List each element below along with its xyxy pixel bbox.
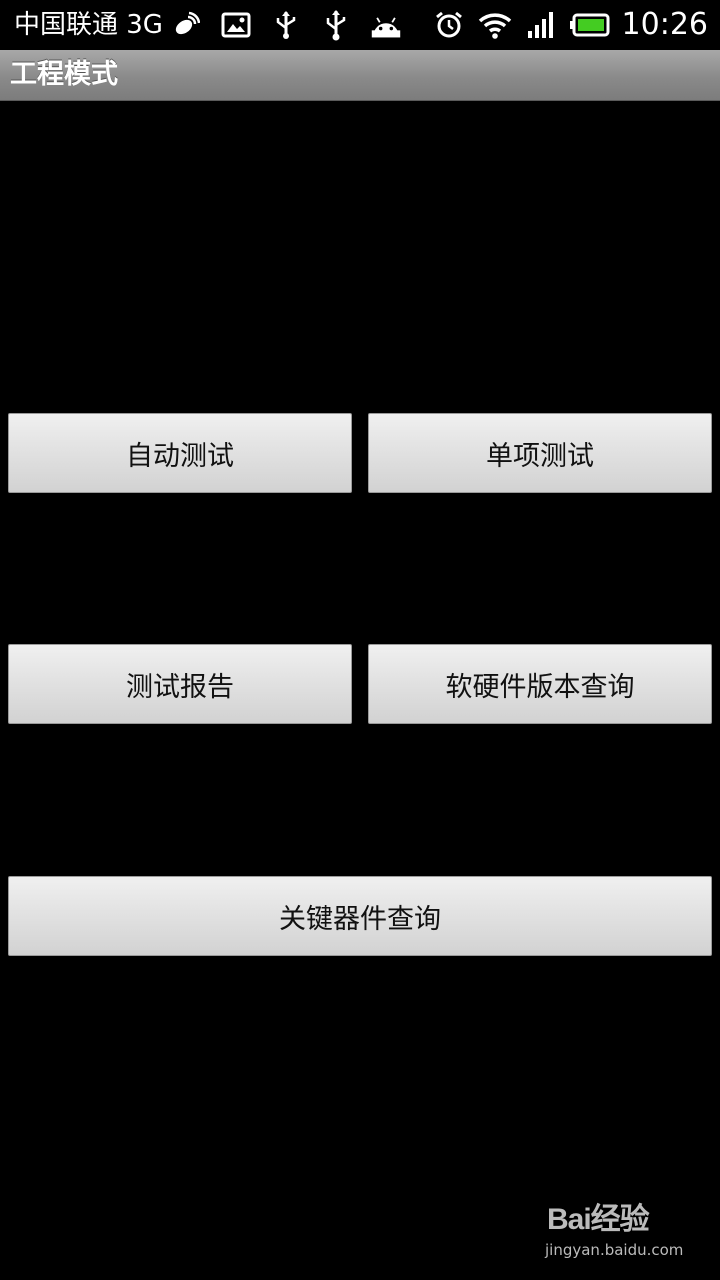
title-bar: 工程模式: [0, 50, 720, 101]
key-component-query-button[interactable]: 关键器件查询: [8, 876, 712, 956]
wifi-icon: [478, 11, 512, 39]
status-bar: 中国联通 3G 10:26: [0, 0, 720, 50]
alarm-icon: [434, 10, 464, 40]
notification-icons: [170, 8, 402, 42]
signal-icon: [526, 11, 556, 39]
battery-icon: [570, 12, 610, 38]
satellite-icon: [170, 9, 202, 41]
watermark-logo: Bai经验: [547, 1203, 650, 1236]
usb-icon: [270, 9, 302, 41]
image-icon: [220, 9, 252, 41]
version-query-button[interactable]: 软硬件版本查询: [368, 644, 712, 724]
watermark-url: jingyan.baidu.com: [545, 1241, 684, 1259]
system-icons: [434, 8, 610, 42]
carrier-label: 中国联通 3G: [14, 10, 163, 40]
baidu-jingyan-watermark: Bai经验 jingyan.baidu.com: [545, 1200, 684, 1270]
android-icon: [370, 9, 402, 41]
test-report-button[interactable]: 测试报告: [8, 644, 352, 724]
auto-test-button[interactable]: 自动测试: [8, 413, 352, 493]
page-title: 工程模式: [10, 59, 118, 90]
usb-debug-icon: [320, 9, 352, 41]
screen: 中国联通 3G 10:26 工程模式 自动测试 单项测试 测试报告 软硬件版本查…: [0, 0, 720, 1280]
clock: 10:26: [621, 7, 708, 42]
single-test-button[interactable]: 单项测试: [368, 413, 712, 493]
